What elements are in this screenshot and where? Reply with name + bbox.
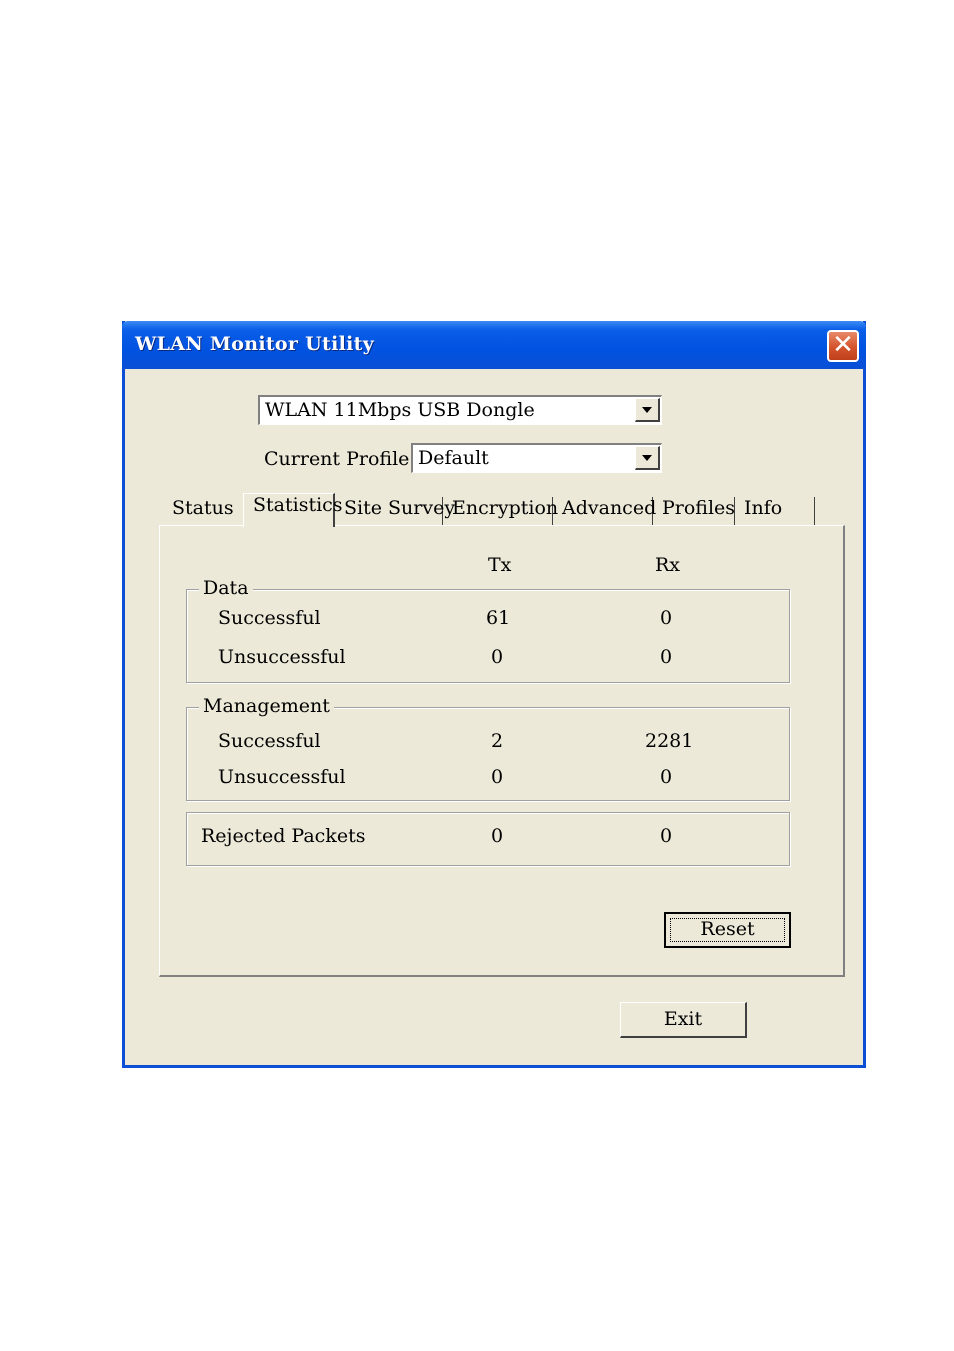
data-successful-tx: 61 <box>486 607 511 629</box>
tab-site-survey[interactable]: Site Survey <box>335 497 455 525</box>
data-group: Data Successful 61 0 Unsuccessful 0 0 <box>186 577 790 683</box>
tab-advanced[interactable]: Advanced <box>553 497 656 525</box>
management-successful-label: Successful <box>218 730 321 752</box>
close-icon: ✕ <box>832 330 854 360</box>
data-group-title: Data <box>199 577 253 599</box>
statistics-panel: Tx Rx Data Successful 61 0 Unsuccessful … <box>159 525 845 977</box>
column-header-tx: Tx <box>488 554 512 576</box>
management-unsuccessful-rx: 0 <box>660 766 673 788</box>
focus-rectangle <box>670 918 785 942</box>
window-title: WLAN Monitor Utility <box>135 333 375 355</box>
chevron-down-icon[interactable] <box>635 398 660 422</box>
reset-button[interactable]: Reset <box>664 912 791 948</box>
data-unsuccessful-label: Unsuccessful <box>218 646 346 668</box>
tab-encryption[interactable]: Encryption <box>443 497 558 525</box>
data-successful-label: Successful <box>218 607 321 629</box>
exit-button-label: Exit <box>663 1008 703 1030</box>
tab-info[interactable]: Info <box>735 497 815 525</box>
management-group: Management Successful 2 2281 Unsuccessfu… <box>186 695 790 801</box>
tab-statistics[interactable]: Statistics <box>243 493 343 527</box>
management-successful-tx: 2 <box>491 730 504 752</box>
wlan-monitor-window: WLAN Monitor Utility ✕ WLAN 11Mbps USB D… <box>122 321 866 1068</box>
profile-select-value: Default <box>418 447 489 469</box>
data-unsuccessful-tx: 0 <box>491 646 504 668</box>
adapter-select-value: WLAN 11Mbps USB Dongle <box>265 399 535 421</box>
tab-profiles[interactable]: Profiles <box>653 497 735 525</box>
rejected-packets-tx: 0 <box>491 825 504 847</box>
data-successful-rx: 0 <box>660 607 673 629</box>
close-button[interactable]: ✕ <box>827 330 859 362</box>
current-profile-label: Current Profile: <box>264 448 416 470</box>
tab-status[interactable]: Status <box>163 497 243 525</box>
adapter-select[interactable]: WLAN 11Mbps USB Dongle <box>258 395 662 425</box>
rejected-packets-label: Rejected Packets <box>201 825 366 847</box>
column-header-rx: Rx <box>655 554 681 576</box>
management-unsuccessful-label: Unsuccessful <box>218 766 346 788</box>
exit-button[interactable]: Exit <box>620 1002 747 1038</box>
data-unsuccessful-rx: 0 <box>660 646 673 668</box>
management-successful-rx: 2281 <box>645 730 694 752</box>
title-bar[interactable]: WLAN Monitor Utility ✕ <box>122 321 866 369</box>
management-group-title: Management <box>199 695 334 717</box>
rejected-packets-rx: 0 <box>660 825 673 847</box>
rejected-group: Rejected Packets 0 0 <box>186 812 790 866</box>
profile-select[interactable]: Default <box>411 443 662 473</box>
chevron-down-icon[interactable] <box>635 446 660 470</box>
management-unsuccessful-tx: 0 <box>491 766 504 788</box>
